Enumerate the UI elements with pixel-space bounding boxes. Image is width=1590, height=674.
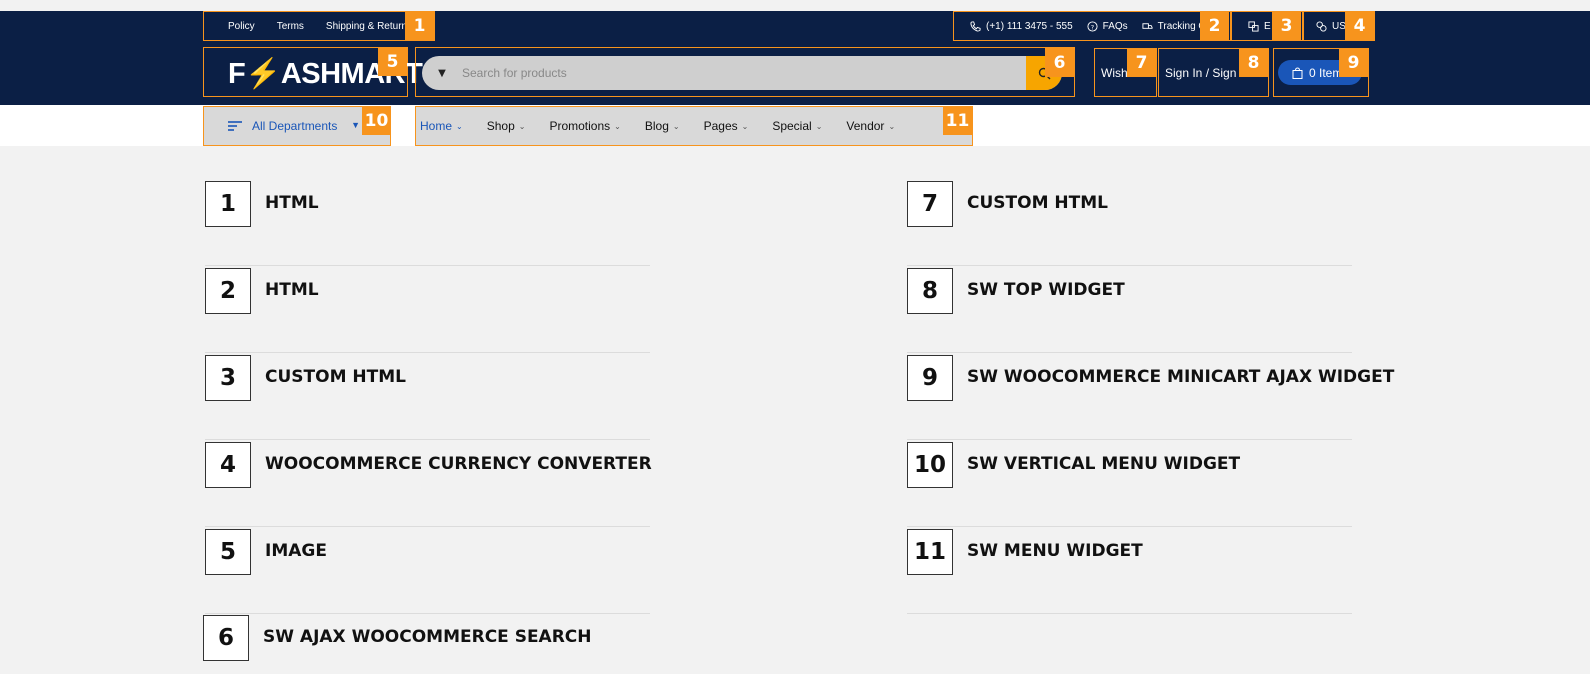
chevron-down-icon: ⌄ [741,121,749,131]
currency-switcher[interactable]: US [1316,21,1346,32]
region-badge-11: 11 [943,106,972,135]
faqs-link[interactable]: ? FAQs [1087,21,1128,32]
legend-item: 11 SW MENU WIDGET [907,529,1352,614]
legend-item: 9 SW WOOCOMMERCE MINICART AJAX WIDGET [907,355,1394,440]
region-badge-6: 6 [1045,48,1074,77]
legend-label: HTML [265,280,319,300]
truck-icon [1142,22,1153,29]
legend-number: 6 [203,615,249,661]
region-badge-10: 10 [362,106,391,135]
legend-label: IMAGE [265,541,327,561]
legend-label: SW WOOCOMMERCE MINICART AJAX WIDGET [967,367,1395,387]
menu-item-blog[interactable]: Blog ⌄ [645,119,680,133]
region-badge-4: 4 [1345,11,1374,40]
legend-number: 7 [907,181,953,227]
terms-link[interactable]: Terms [277,21,304,32]
legend-item: 2 HTML [205,268,650,353]
phone-number: (+1) 111 3475 - 555 [986,20,1073,32]
legend-number: 2 [205,268,251,314]
faqs-label: FAQs [1102,20,1128,32]
chevron-down-icon: ⌄ [456,121,463,131]
legend-item: 7 CUSTOM HTML [907,181,1352,266]
category-dropdown[interactable]: ▼ [422,56,462,90]
legend-item: 3 CUSTOM HTML [205,355,650,440]
menu-item-home[interactable]: Home ⌄ [420,119,463,133]
legend-number: 10 [907,442,953,488]
signin-link[interactable]: Sign In / Sign U [1165,66,1248,80]
chevron-down-icon: ⌄ [672,121,680,131]
caret-down-icon: ▼ [351,120,360,130]
menu-item-vendor[interactable]: Vendor ⌄ [846,119,895,133]
legend-label: SW TOP WIDGET [967,280,1125,300]
legend-number: 8 [907,268,953,314]
shipping-return-link[interactable]: Shipping & Return [326,21,407,32]
menu-item-pages[interactable]: Pages ⌄ [704,119,749,133]
legend-item: 5 IMAGE [205,529,650,614]
region-badge-9: 9 [1339,48,1368,77]
top-strip [0,0,1590,11]
help-icon: ? [1087,20,1098,32]
legend-label: CUSTOM HTML [967,193,1108,213]
svg-text:?: ? [1090,23,1093,31]
chevron-down-icon: ⌄ [888,121,896,131]
currency-label: US [1332,20,1346,32]
main-menu: Home ⌄ Shop ⌄ Promotions ⌄ Blog ⌄ Pages ⌄ Spe… [415,106,973,146]
caret-down-icon: ▼ [438,67,446,79]
region-badge-2: 2 [1200,11,1229,40]
translate-icon [1248,20,1259,32]
legend-item: 6 SW AJAX WOOCOMMERCE SEARCH [203,615,648,674]
search-bar: ▼ [422,56,1062,90]
phone-item[interactable]: (+1) 111 3475 - 555 [970,21,1073,32]
chevron-down-icon: ⌄ [518,121,526,131]
shopping-bag-icon [1292,66,1303,79]
region-badge-1: 1 [405,11,434,40]
region-badge-5: 5 [378,47,407,76]
legend-number: 9 [907,355,953,401]
region-badge-8: 8 [1239,48,1268,77]
legend-number: 5 [205,529,251,575]
top-links-region: Policy Terms Shipping & Return [203,11,435,41]
contact-region: (+1) 111 3475 - 555 ? FAQs Tracking Or [953,11,1231,41]
legend-number: 1 [205,181,251,227]
menu-item-special[interactable]: Special ⌄ [772,119,822,133]
bolt-icon: ⚡ [245,58,281,90]
language-switcher[interactable]: E [1248,21,1271,32]
region-badge-3: 3 [1272,11,1301,40]
search-input[interactable] [462,56,1026,90]
legend-label: WOOCOMMERCE CURRENCY CONVERTER [265,454,652,474]
legend-label: CUSTOM HTML [265,367,406,387]
legend-number: 4 [205,442,251,488]
currency-icon [1316,20,1327,32]
legend-label: SW MENU WIDGET [967,541,1143,561]
region-badge-7: 7 [1127,48,1156,77]
legend-label: SW AJAX WOOCOMMERCE SEARCH [263,627,592,647]
legend-number: 3 [205,355,251,401]
menu-lines-icon [228,121,242,131]
language-label: E [1264,20,1271,32]
chevron-down-icon: ⌄ [815,121,823,131]
cart-count-label: 0 Item [1309,65,1343,80]
departments-label: All Departments [252,119,338,133]
legend-item: 8 SW TOP WIDGET [907,268,1352,353]
menu-item-shop[interactable]: Shop ⌄ [487,119,526,133]
chevron-down-icon: ⌄ [614,121,621,131]
legend-item: 1 HTML [205,181,650,266]
search-region: ▼ [415,47,1075,97]
legend-item: 4 WOOCOMMERCE CURRENCY CONVERTER [205,442,652,527]
wishlist-link[interactable]: Wishl [1101,66,1130,80]
legend-item: 10 SW VERTICAL MENU WIDGET [907,442,1352,527]
legend-label: HTML [265,193,319,213]
legend-number: 11 [907,529,953,575]
policy-link[interactable]: Policy [228,21,255,32]
legend-label: SW VERTICAL MENU WIDGET [967,454,1241,474]
menu-item-promotions[interactable]: Promotions ⌄ [549,119,620,133]
phone-icon [970,20,981,32]
